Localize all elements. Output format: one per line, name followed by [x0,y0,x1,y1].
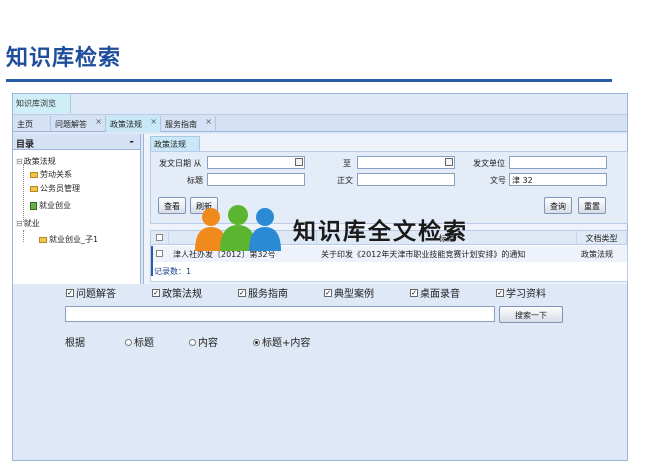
category-desktop-recording[interactable]: ✓ 桌面录音 [410,285,460,300]
collapse-button[interactable]: - [129,135,134,148]
tab-home[interactable]: 主页 [13,116,51,132]
checkbox-icon[interactable]: ✓ [410,289,418,297]
close-icon[interactable]: × [205,117,212,126]
checkbox-icon[interactable] [156,234,163,241]
sidebar-header: 目录 - [13,134,140,150]
title-label: 标题 [187,176,203,185]
radio-content[interactable]: 内容 [189,334,218,349]
radio-icon[interactable] [253,338,260,346]
fulltext-search-title: 知识库全文检索 [293,219,468,245]
tree-guide [23,230,24,242]
close-icon[interactable]: × [150,117,157,126]
column-header-type[interactable]: 文档类型 [577,231,627,245]
tab-policy[interactable]: 政策法规 × [106,116,161,132]
radio-title[interactable]: 标题 [125,334,154,349]
tree-item-employment[interactable]: ⊟就业 [16,218,40,229]
date-from-input[interactable] [207,156,305,169]
radio-title-content[interactable]: 标题+内容 [253,334,310,349]
cell-type: 政策法规 [581,250,613,259]
close-icon[interactable]: × [95,117,102,126]
body-input[interactable] [357,173,455,186]
unit-input[interactable] [509,156,607,169]
cell-title[interactable]: 关于印发《2012年天津市职业技能竞赛计划安排》的通知 [321,247,575,261]
calendar-icon[interactable] [445,158,453,166]
body-label: 正文 [337,176,353,185]
category-study-materials[interactable]: ✓ 学习资料 [496,285,546,300]
unit-label: 发文单位 [473,159,505,168]
folder-icon [30,171,38,178]
reset-button[interactable]: 重置 [578,197,606,214]
view-button[interactable]: 查看 [158,197,186,214]
page-title: 知识库检索 [6,46,122,71]
date-from-label: 发文日期 从 [159,159,202,168]
folder-icon [39,236,47,243]
checkbox-icon[interactable]: ✓ [66,289,74,297]
tab-faq[interactable]: 问题解答 × [51,116,106,132]
folder-icon [30,185,38,192]
checkbox-icon[interactable]: ✓ [496,289,504,297]
category-policy[interactable]: ✓ 政策法规 [152,285,202,300]
expand-icon[interactable]: ⊟ [16,219,23,228]
tree-item-employment-sub1[interactable]: 就业创业_子1 [39,234,98,245]
search-button[interactable]: 搜索一下 [499,306,563,323]
date-to-input[interactable] [357,156,455,169]
row-indicator [151,246,153,276]
record-count: 记录数：1 [154,267,192,276]
select-all-header[interactable] [151,231,169,245]
category-typical-cases[interactable]: ✓ 典型案例 [324,285,374,300]
sidebar: 目录 - ⊟政策法规 劳动关系 公务员管理 就业创业 ⊟就业 就业创业_子1 [13,134,141,284]
checkbox-icon[interactable]: ✓ [324,289,332,297]
title-input[interactable] [207,173,305,186]
title-underline [6,79,612,82]
calendar-icon[interactable] [295,158,303,166]
expand-icon[interactable]: ⊟ [16,157,23,166]
date-to-label: 至 [343,159,351,168]
tab-bar: 主页 问题解答 × 政策法规 × 服务指南 × [13,114,627,132]
people-logo-icon [195,205,281,251]
fulltext-search-input[interactable] [65,306,495,322]
docno-input[interactable]: 津 32 [509,173,607,186]
basis-label: 根据 [65,338,85,349]
query-button[interactable]: 查询 [544,197,572,214]
tab-service-guide[interactable]: 服务指南 × [161,116,216,132]
radio-icon[interactable] [189,338,196,346]
radio-icon[interactable] [125,338,132,346]
tree-item-civil-servant[interactable]: 公务员管理 [30,183,80,194]
tree-item-policy[interactable]: ⊟政策法规 [16,156,56,167]
category-service-guide[interactable]: ✓ 服务指南 [238,285,288,300]
tree-item-labor[interactable]: 劳动关系 [30,169,72,180]
category-checkboxes: ✓ 问题解答 ✓ 政策法规 ✓ 服务指南 ✓ 典型案例 ✓ 桌面录音 ✓ 学习资料 [66,285,586,300]
kb-window: 知识库浏览 主页 问题解答 × 政策法规 × 服务指南 × 目录 - ⊟政策法规… [12,93,628,461]
document-icon [30,201,37,210]
tree-item-employment-entrepreneurship[interactable]: 就业创业 [30,200,71,211]
tree-guide [23,164,24,222]
row-checkbox[interactable] [156,250,163,257]
docno-label: 文号 [490,176,506,185]
checkbox-icon[interactable]: ✓ [238,289,246,297]
checkbox-icon[interactable]: ✓ [152,289,160,297]
panel-tab[interactable]: 政策法规 [150,136,200,151]
window-title: 知识库浏览 [13,94,71,113]
category-faq[interactable]: ✓ 问题解答 [66,285,116,300]
